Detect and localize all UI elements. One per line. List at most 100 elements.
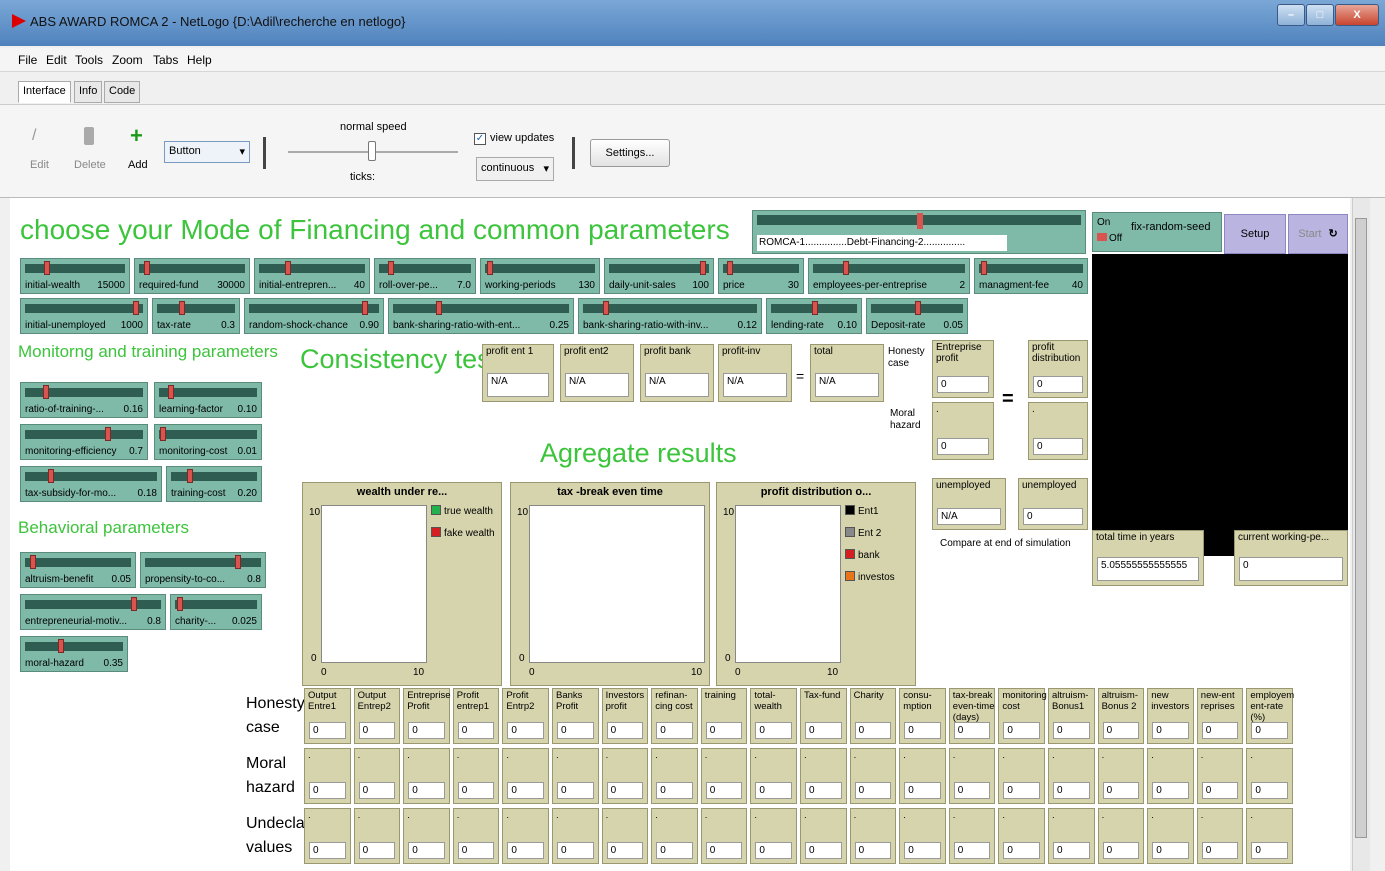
slider-roll-over-pe[interactable]: roll-over-pe... 7.0 — [374, 258, 476, 294]
slider-knob[interactable] — [700, 261, 707, 275]
setup-button[interactable]: Setup — [1224, 214, 1286, 254]
slider-tax-rate[interactable]: tax-rate 0.3 — [152, 298, 240, 334]
grid-monitor-value: 0 — [1251, 782, 1288, 799]
view-updates-checkbox[interactable]: ✓ — [474, 133, 486, 145]
maximize-button[interactable]: □ — [1306, 4, 1334, 26]
title-bar: ABS AWARD ROMCA 2 - NetLogo {D:\Adil\rec… — [0, 0, 1385, 46]
slider-monitoring-cost[interactable]: monitoring-cost 0.01 — [154, 424, 262, 460]
update-mode-select[interactable]: continuous ▾ — [476, 157, 554, 181]
axis-ymin: 0 — [311, 653, 317, 664]
slider-knob[interactable] — [603, 301, 610, 315]
menu-edit[interactable]: Edit — [46, 53, 67, 67]
slider-knob[interactable] — [812, 301, 818, 315]
grid-row-label: Honesty case — [246, 695, 305, 736]
tab-info[interactable]: Info — [74, 81, 103, 103]
slider-charity[interactable]: charity-... 0.025 — [170, 594, 262, 630]
slider-knob[interactable] — [57, 639, 64, 653]
slider-knob[interactable] — [130, 597, 137, 611]
slider-knob[interactable] — [144, 261, 151, 275]
slider-initial-entrepren[interactable]: initial-entrepren... 40 — [254, 258, 370, 294]
slider-price[interactable]: price 30 — [718, 258, 804, 294]
plot-2[interactable]: profit distribution o... 10 0 0 10 Ent1 Ent 2 b… — [716, 482, 916, 686]
slider-ratio-of-training[interactable]: ratio-of-training-... 0.16 — [20, 382, 148, 418]
start-button[interactable]: Start ↻ — [1288, 214, 1348, 254]
slider-bank-sharing-ratio-with-ent[interactable]: bank-sharing-ratio-with-ent... 0.25 — [388, 298, 574, 334]
grid-monitor: .0 — [899, 748, 946, 804]
menu-zoom[interactable]: Zoom — [112, 53, 143, 67]
slider-learning-factor[interactable]: learning-factor 0.10 — [154, 382, 262, 418]
slider-propensity-to-co[interactable]: propensity-to-co... 0.8 — [140, 552, 266, 588]
slider-knob[interactable] — [179, 301, 186, 315]
plot-0[interactable]: wealth under re... 10 0 0 10 true wealth fake … — [302, 482, 502, 686]
slider-knob[interactable] — [104, 427, 111, 441]
slider-daily-unit-sales[interactable]: daily-unit-sales 100 — [604, 258, 714, 294]
slider-knob[interactable] — [726, 261, 733, 275]
switch-knob[interactable] — [1097, 233, 1107, 241]
slider-knob[interactable] — [387, 261, 394, 275]
slider-knob[interactable] — [44, 261, 51, 275]
vertical-scrollbar[interactable] — [1352, 198, 1370, 871]
slider-knob[interactable] — [187, 469, 194, 483]
slider-entrepreneurial-motiv[interactable]: entrepreneurial-motiv... 0.8 — [20, 594, 166, 630]
slider-value: 1000 — [120, 320, 143, 331]
menu-tabs[interactable]: Tabs — [153, 53, 178, 67]
widget-type-select[interactable]: Button ▾ — [164, 141, 250, 163]
financing-chooser[interactable]: ROMCA-1...............Debt-Financing-2..… — [752, 210, 1086, 254]
grid-row-label: Moral hazard — [246, 755, 295, 796]
slider-knob[interactable] — [487, 261, 494, 275]
slider-knob[interactable] — [176, 597, 183, 611]
axis-xmin: 0 — [529, 667, 535, 678]
delete-button[interactable]: Delete — [74, 159, 106, 171]
slider-altruism-benefit[interactable]: altruism-benefit 0.05 — [20, 552, 136, 588]
slider-working-periods[interactable]: working-periods 130 — [480, 258, 600, 294]
menu-tools[interactable]: Tools — [75, 53, 103, 67]
moral-hazard-label: Moral hazard — [890, 408, 921, 431]
slider-knob[interactable] — [842, 261, 849, 275]
slider-knob[interactable] — [981, 261, 987, 275]
slider-training-cost[interactable]: training-cost 0.20 — [166, 466, 262, 502]
tab-interface[interactable]: Interface — [18, 81, 71, 103]
tab-code[interactable]: Code — [104, 81, 141, 103]
slider-bank-sharing-ratio-with-inv[interactable]: bank-sharing-ratio-with-inv... 0.12 — [578, 298, 762, 334]
plot-1[interactable]: tax -break even time 10 0 0 10 — [510, 482, 710, 686]
slider-knob[interactable] — [915, 301, 921, 315]
slider-required-fund[interactable]: required-fund 30000 — [134, 258, 250, 294]
slider-knob[interactable] — [362, 301, 369, 315]
slider-knob[interactable] — [30, 555, 37, 569]
edit-button[interactable]: Edit — [30, 159, 49, 171]
slider-random-shock-chance[interactable]: random-shock-chance 0.90 — [244, 298, 384, 334]
slider-knob[interactable] — [436, 301, 442, 315]
slider-managment-fee[interactable]: managment-fee 40 — [974, 258, 1088, 294]
slider-knob[interactable] — [284, 261, 291, 275]
slider-initial-unemployed[interactable]: initial-unemployed 1000 — [20, 298, 148, 334]
slider-monitoring-efficiency[interactable]: monitoring-efficiency 0.7 — [20, 424, 148, 460]
slider-value: 2 — [959, 280, 965, 291]
slider-moral-hazard[interactable]: moral-hazard 0.35 — [20, 636, 128, 672]
slider-knob[interactable] — [133, 301, 140, 315]
add-button[interactable]: Add — [128, 159, 148, 171]
menu-help[interactable]: Help — [187, 53, 212, 67]
slider-knob[interactable] — [43, 385, 50, 399]
slider-deposit-rate[interactable]: Deposit-rate 0.05 — [866, 298, 968, 334]
grid-monitor-label: . — [605, 750, 609, 761]
slider-tax-subsidy-for-mo[interactable]: tax-subsidy-for-mo... 0.18 — [20, 466, 162, 502]
minimize-button[interactable]: – — [1277, 4, 1305, 26]
slider-knob[interactable] — [159, 427, 166, 441]
slider-employees-per-entreprise[interactable]: employees-per-entreprise 2 — [808, 258, 970, 294]
menu-file[interactable]: File — [18, 53, 37, 67]
settings-button[interactable]: Settings... — [590, 139, 670, 167]
grid-monitor-label: refinan- cing cost — [655, 690, 693, 712]
slider-initial-wealth[interactable]: initial-wealth 15000 — [20, 258, 130, 294]
slider-knob[interactable] — [234, 555, 241, 569]
grid-monitor-label: . — [1200, 810, 1204, 821]
scrollbar-thumb[interactable] — [1355, 218, 1367, 838]
fix-random-seed-switch[interactable]: On Off fix-random-seed — [1092, 212, 1222, 252]
slider-knob[interactable] — [168, 385, 175, 399]
slider-lending-rate[interactable]: lending-rate 0.10 — [766, 298, 862, 334]
close-button[interactable]: X — [1335, 4, 1379, 26]
world-view[interactable] — [1092, 254, 1348, 556]
slider-label: ratio-of-training-... — [25, 404, 104, 415]
slider-knob[interactable] — [48, 469, 55, 483]
chooser-knob[interactable] — [917, 213, 923, 229]
speed-slider-thumb[interactable] — [368, 141, 376, 161]
